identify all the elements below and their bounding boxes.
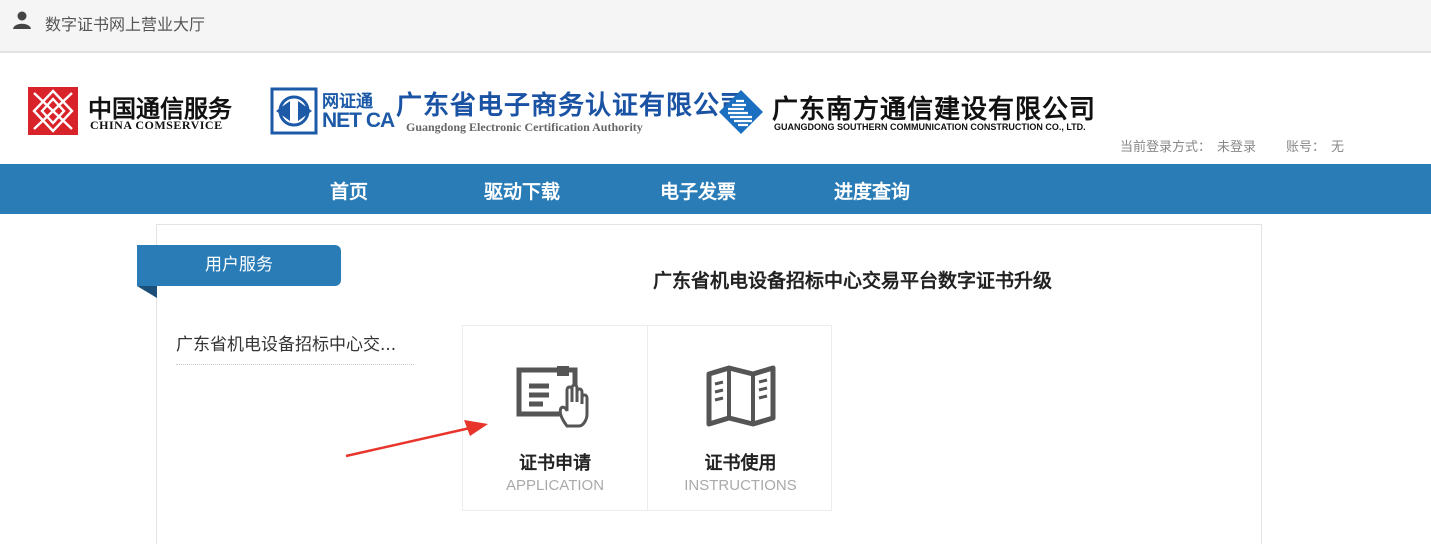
nav-e-invoice[interactable]: 电子发票	[660, 177, 736, 204]
account-value: 无	[1331, 140, 1345, 155]
annotation-arrow-icon	[345, 420, 488, 458]
user-icon	[13, 11, 31, 29]
china-comservice-emblem-icon	[28, 87, 78, 135]
certificate-apply-subtitle: APPLICATION	[505, 477, 605, 494]
ribbon-fold	[137, 286, 157, 298]
gdsctc-emblem-icon	[719, 90, 763, 134]
login-info: 当前登录方式： 未登录 账号： 无	[1120, 136, 1350, 155]
nav-driver-download[interactable]: 驱动下载	[484, 177, 560, 204]
certificate-usage-subtitle: INSTRUCTIONS	[684, 477, 797, 494]
top-bar: 数字证书网上营业大厅	[0, 0, 1431, 53]
site-title: 数字证书网上营业大厅	[45, 15, 206, 34]
netca-emblem-icon	[270, 87, 318, 135]
login-method-value: 未登录	[1217, 140, 1257, 155]
service-cards: 证书申请 APPLICATION 证书使用 INSTRUCTIONS	[462, 325, 832, 511]
certificate-hand-icon	[516, 366, 589, 428]
certificate-usage-title: 证书使用	[704, 453, 777, 474]
gdsctc-en: GUANGDONG SOUTHERN COMMUNICATION CONSTRU…	[774, 122, 1086, 132]
netca-en: NET CA	[322, 109, 395, 132]
certificate-usage-card[interactable]: 证书使用 INSTRUCTIONS	[648, 326, 833, 510]
china-comservice-logo: 中国通信服务 CHINA COMSERVICE	[28, 87, 253, 135]
open-book-icon	[706, 365, 775, 427]
china-comservice-en: CHINA COMSERVICE	[90, 118, 223, 132]
gdsctc-cn: 广东南方通信建设有限公司	[772, 95, 1097, 125]
sidebar-header: 用户服务	[137, 245, 341, 286]
gdsctc-logo: 广东南方通信建设有限公司 GUANGDONG SOUTHERN COMMUNIC…	[718, 89, 1098, 137]
gdca-en: Guangdong Electronic Certification Autho…	[406, 120, 643, 134]
gdca-logo: 广东省电子商务认证有限公司 Guangdong Electronic Certi…	[396, 85, 746, 139]
nav-progress-query[interactable]: 进度查询	[834, 177, 910, 204]
main-nav: 首页 驱动下载 电子发票 进度查询	[0, 164, 1431, 214]
gdca-cn: 广东省电子商务认证有限公司	[396, 91, 748, 121]
login-method-label: 当前登录方式：	[1120, 140, 1212, 155]
account-label: 账号：	[1286, 140, 1326, 155]
page-title: 广东省机电设备招标中心交易平台数字证书升级	[653, 270, 1053, 292]
netca-logo: 网证通 NET CA	[270, 87, 395, 137]
sidebar-item-project[interactable]: 广东省机电设备招标中心交...	[176, 330, 414, 365]
nav-home[interactable]: 首页	[330, 177, 368, 204]
